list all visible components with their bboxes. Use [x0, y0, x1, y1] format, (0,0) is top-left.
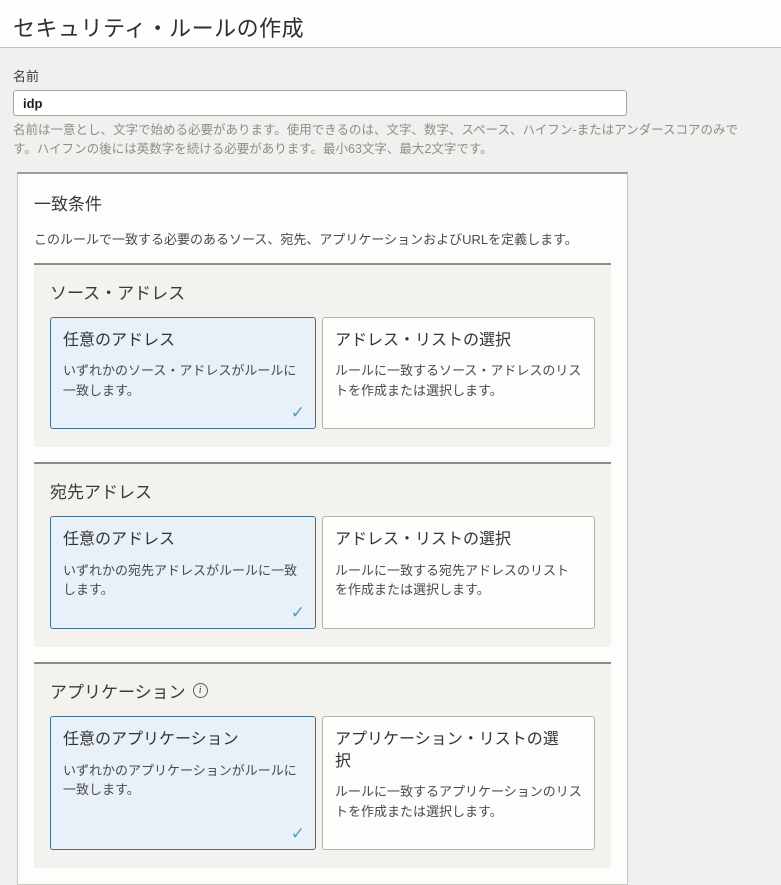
- destination-address-heading: 宛先アドレス: [50, 478, 595, 503]
- application-any-description: いずれかのアプリケーションがルールに一致します。: [63, 762, 297, 798]
- application-list-card[interactable]: アプリケーション・リストの選択 ルールに一致するアプリケーションのリストを作成ま…: [322, 715, 595, 851]
- check-icon: ✓: [290, 403, 306, 423]
- application-cards: 任意のアプリケーション いずれかのアプリケーションがルールに一致します。 ✓ ア…: [50, 715, 595, 851]
- destination-address-heading-label: 宛先アドレス: [50, 483, 152, 503]
- application-heading-label: アプリケーション: [50, 682, 186, 702]
- check-icon: ✓: [290, 824, 306, 844]
- application-any-card[interactable]: 任意のアプリケーション いずれかのアプリケーションがルールに一致します。 ✓: [50, 715, 317, 851]
- name-input[interactable]: [13, 90, 627, 116]
- destination-any-address-description: いずれかの宛先アドレスがルールに一致します。: [63, 562, 298, 598]
- source-address-list-description: ルールに一致するソース・アドレスのリストを作成または選択します。: [335, 363, 582, 398]
- destination-any-address-title: 任意のアドレス: [63, 531, 176, 549]
- destination-address-cards: 任意のアドレス いずれかの宛先アドレスがルールに一致します。 ✓ アドレス・リス…: [50, 516, 595, 629]
- page-title: セキュリティ・ルールの作成: [13, 16, 305, 41]
- source-address-cards: 任意のアドレス いずれかのソース・アドレスがルールに一致します。 ✓ アドレス・…: [50, 316, 595, 430]
- source-address-group: ソース・アドレス 任意のアドレス いずれかのソース・アドレスがルールに一致します…: [34, 262, 611, 448]
- source-address-heading-label: ソース・アドレス: [50, 283, 186, 303]
- application-heading: アプリケーション i: [50, 678, 595, 703]
- name-helper-text: 名前は一意とし、文字で始める必要があります。使用できるのは、文字、数字、スペース…: [13, 123, 739, 157]
- destination-address-list-title: アドレス・リストの選択: [335, 531, 512, 549]
- create-security-rule-page: セキュリティ・ルールの作成 名前 名前は一意とし、文字で始める必要があります。使…: [0, 0, 781, 885]
- source-address-list-title: アドレス・リストの選択: [335, 331, 512, 349]
- destination-address-group: 宛先アドレス 任意のアドレス いずれかの宛先アドレスがルールに一致します。 ✓ …: [34, 462, 611, 647]
- application-any-title: 任意のアプリケーション: [63, 730, 239, 748]
- application-list-title: アプリケーション・リストの選択: [335, 730, 559, 770]
- application-list-description: ルールに一致するアプリケーションのリストを作成または選択します。: [335, 784, 582, 819]
- info-icon[interactable]: i: [192, 682, 208, 698]
- match-condition-description: このルールで一致する必要のあるソース、宛先、アプリケーションおよびURLを定義し…: [34, 231, 578, 247]
- match-condition-title: 一致条件: [34, 194, 102, 214]
- source-any-address-description: いずれかのソース・アドレスがルールに一致します。: [63, 363, 297, 398]
- application-group: アプリケーション i 任意のアプリケーション いずれかのアプリケーションがルール…: [34, 661, 611, 869]
- check-icon: ✓: [290, 602, 306, 622]
- destination-address-list-card[interactable]: アドレス・リストの選択 ルールに一致する宛先アドレスのリストを作成または選択しま…: [322, 516, 595, 629]
- source-any-address-card[interactable]: 任意のアドレス いずれかのソース・アドレスがルールに一致します。 ✓: [50, 316, 317, 430]
- source-address-list-card[interactable]: アドレス・リストの選択 ルールに一致するソース・アドレスのリストを作成または選択…: [322, 316, 595, 430]
- match-condition-panel: 一致条件 このルールで一致する必要のあるソース、宛先、アプリケーションおよびUR…: [17, 171, 628, 885]
- form-body: 名前 名前は一意とし、文字で始める必要があります。使用できるのは、文字、数字、ス…: [0, 48, 781, 885]
- source-address-heading: ソース・アドレス: [50, 279, 595, 304]
- page-header: セキュリティ・ルールの作成: [0, 0, 781, 48]
- source-any-address-title: 任意のアドレス: [63, 331, 176, 349]
- name-field-label: 名前: [13, 69, 40, 84]
- destination-any-address-card[interactable]: 任意のアドレス いずれかの宛先アドレスがルールに一致します。 ✓: [50, 516, 317, 629]
- destination-address-list-description: ルールに一致する宛先アドレスのリストを作成または選択します。: [335, 562, 570, 598]
